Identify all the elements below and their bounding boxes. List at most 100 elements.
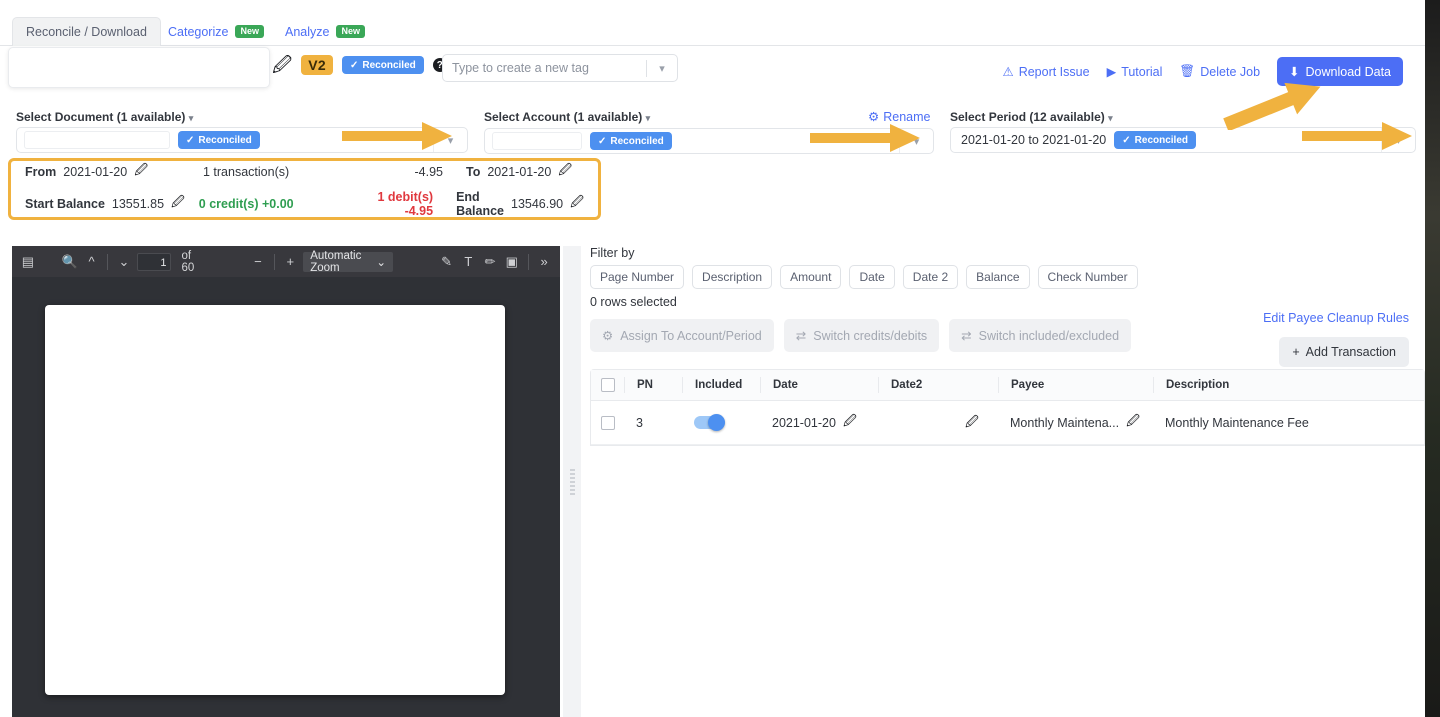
edit-icon[interactable]: 🖉 — [570, 193, 584, 215]
sidebar-toggle-icon[interactable]: ▤ — [19, 250, 37, 274]
tutorial-button[interactable]: ▶ Tutorial — [1107, 64, 1163, 79]
edit-payee-cleanup-rules-link[interactable]: Edit Payee Cleanup Rules — [1263, 311, 1409, 325]
document-status-badge: ✓ Reconciled — [178, 131, 260, 149]
select-document-label-text: Select Document (1 available) — [16, 110, 185, 124]
chevron-down-icon[interactable]: ▾ — [189, 113, 194, 123]
column-header-description[interactable]: Description — [1153, 377, 1393, 393]
chevron-down-icon[interactable]: ▾ — [1108, 113, 1113, 123]
tab-reconcile-download[interactable]: Reconcile / Download — [12, 17, 161, 46]
new-badge: New — [235, 25, 264, 39]
annotation-arrow-download — [1220, 80, 1330, 130]
job-name-input[interactable] — [8, 47, 270, 88]
select-all-checkbox[interactable] — [601, 378, 615, 392]
filter-chip-description[interactable]: Description — [692, 265, 772, 289]
edit-icon[interactable]: 🖉 — [1126, 412, 1140, 434]
zoom-level-label: Automatic Zoom — [310, 250, 361, 274]
filter-chip-balance[interactable]: Balance — [966, 265, 1029, 289]
filter-chip-amount[interactable]: Amount — [780, 265, 841, 289]
transaction-count: 1 transaction(s) — [203, 165, 361, 179]
from-value: 2021-01-20 — [63, 165, 127, 179]
select-account-value[interactable] — [492, 132, 582, 150]
search-icon[interactable]: 🔍 — [61, 250, 79, 274]
download-data-button[interactable]: ⬇ Download Data — [1277, 57, 1403, 86]
add-transaction-button[interactable]: + Add Transaction — [1279, 337, 1409, 367]
zoom-out-icon[interactable]: − — [249, 250, 267, 274]
chevron-up-icon[interactable]: ^ — [83, 250, 101, 274]
pdf-page-container[interactable] — [12, 277, 560, 717]
tab-analyze[interactable]: Analyze New — [272, 17, 378, 46]
draw-icon[interactable]: ✏ — [481, 250, 499, 274]
chevron-down-icon[interactable]: ▾ — [433, 128, 467, 152]
text-icon[interactable]: T — [459, 250, 477, 274]
switch-included-label: Switch included/excluded — [979, 329, 1119, 343]
switch-included-excluded-button[interactable]: ⇄ Switch included/excluded — [949, 319, 1131, 352]
new-badge: New — [336, 25, 365, 39]
more-tools-icon[interactable]: » — [535, 250, 553, 274]
chevron-down-icon[interactable]: ▾ — [646, 113, 651, 123]
tab-label: Reconcile / Download — [26, 25, 147, 39]
plus-icon: + — [1292, 345, 1299, 359]
filter-chip-check-number[interactable]: Check Number — [1038, 265, 1138, 289]
pdf-toolbar: ▤ 🔍 ^ ⌄ 1 of 60 − + Automatic Zoom ⌄ ✎ T… — [12, 246, 560, 277]
tab-bar: Reconcile / Download Categorize New Anal… — [0, 17, 1425, 46]
pane-resize-handle[interactable] — [563, 246, 581, 717]
image-icon[interactable]: ▣ — [503, 250, 521, 274]
start-balance-value: 13551.85 — [112, 197, 164, 211]
select-document-value[interactable] — [24, 131, 170, 149]
warning-icon: ⚠ — [1002, 64, 1013, 79]
chevron-down-icon: ⌄ — [376, 255, 386, 269]
chevron-down-icon[interactable]: ▾ — [899, 129, 933, 153]
highlight-icon[interactable]: ✎ — [438, 250, 456, 274]
filter-chip-date-2[interactable]: Date 2 — [903, 265, 958, 289]
rename-account-button[interactable]: ⚙ Rename — [868, 109, 930, 124]
column-header-payee[interactable]: Payee — [998, 377, 1153, 393]
divider — [528, 254, 529, 270]
select-period-dropdown[interactable]: 2021-01-20 to 2021-01-20 ✓ Reconciled ▾ — [950, 127, 1416, 153]
cell-payee-value: Monthly Maintena... — [1010, 416, 1119, 430]
summary-row-balances: Start Balance 13551.85 🖉 0 credit(s) +0.… — [25, 190, 584, 218]
edit-icon[interactable]: 🖉 — [171, 193, 185, 215]
tag-combobox[interactable]: Type to create a new tag ▾ — [442, 54, 678, 82]
edit-icon[interactable]: 🖉 — [272, 56, 292, 75]
table-row[interactable]: 3 2021-01-20 🖉 🖉 Monthly Maintena... 🖉 M… — [591, 401, 1424, 445]
switch-credits-debits-button[interactable]: ⇄ Switch credits/debits — [784, 319, 939, 352]
column-header-pn[interactable]: PN — [624, 377, 682, 393]
account-status-badge: ✓ Reconciled — [590, 132, 672, 150]
column-header-date[interactable]: Date — [760, 377, 878, 393]
column-header-date2[interactable]: Date2 — [878, 377, 998, 393]
assign-to-account-period-button[interactable]: ⚙ Assign To Account/Period — [590, 319, 774, 352]
select-period-value[interactable]: 2021-01-20 to 2021-01-20 — [961, 133, 1106, 147]
period-status-label: Reconciled — [1135, 135, 1188, 146]
edit-icon[interactable]: 🖉 — [965, 413, 979, 435]
table-header-row: PN Included Date Date2 Payee Description — [591, 370, 1424, 401]
cell-date2: 🖉 — [878, 411, 998, 435]
page-number-input[interactable]: 1 — [137, 253, 172, 271]
zoom-in-icon[interactable]: + — [282, 250, 300, 274]
row-checkbox[interactable] — [601, 416, 615, 430]
transactions-table: PN Included Date Date2 Payee Description… — [590, 369, 1425, 446]
period-summary-panel: From 2021-01-20 🖉 1 transaction(s) -4.95… — [8, 158, 601, 220]
play-icon: ▶ — [1107, 64, 1117, 79]
start-balance-group: Start Balance 13551.85 🖉 — [25, 193, 199, 215]
delete-job-button[interactable]: 🗑 Delete Job — [1179, 64, 1260, 79]
zoom-level-select[interactable]: Automatic Zoom ⌄ — [303, 252, 393, 272]
filter-chip-date[interactable]: Date — [849, 265, 894, 289]
cell-included — [682, 416, 760, 429]
edit-icon[interactable]: 🖉 — [843, 412, 857, 434]
edit-icon[interactable]: 🖉 — [134, 161, 148, 183]
filter-chip-page-number[interactable]: Page Number — [590, 265, 684, 289]
download-icon: ⬇ — [1289, 64, 1299, 79]
edit-icon[interactable]: 🖉 — [558, 161, 572, 183]
select-document-dropdown[interactable]: ✓ Reconciled ▾ — [16, 127, 468, 153]
chevron-down-icon[interactable]: ⌄ — [115, 250, 133, 274]
grip-icon — [570, 469, 575, 495]
report-issue-button[interactable]: ⚠ Report Issue — [1002, 64, 1089, 79]
chevron-down-icon[interactable]: ▾ — [1381, 128, 1415, 152]
column-header-included[interactable]: Included — [682, 377, 760, 393]
chevron-down-icon[interactable]: ▾ — [647, 62, 677, 75]
included-toggle[interactable] — [694, 416, 725, 429]
tab-categorize[interactable]: Categorize New — [155, 17, 277, 46]
from-label: From — [25, 165, 56, 179]
select-account-dropdown[interactable]: ✓ Reconciled ▾ — [484, 128, 934, 154]
tag-input-placeholder[interactable]: Type to create a new tag — [443, 61, 646, 75]
